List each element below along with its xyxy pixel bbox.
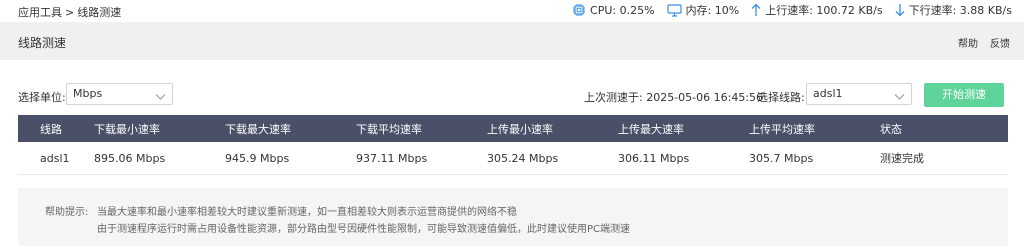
title-links: 帮助 反馈 bbox=[958, 35, 1010, 50]
last-test-time: 上次测速于: 2025-05-06 16:45:56 bbox=[584, 91, 764, 104]
download-text: 下行速率: 3.88 KB/s bbox=[908, 4, 1012, 17]
cell-download-avg: 937.11 Mbps bbox=[356, 151, 428, 165]
help-text-line1: 当最大速率和最小速率相差较大时建议重新测速，如一直相差较大则表示运营商提供的网络… bbox=[97, 207, 517, 218]
header-upload-avg: 上传平均速率 bbox=[749, 122, 815, 136]
header-upload-min: 上传最小速率 bbox=[487, 122, 553, 136]
breadcrumb-root[interactable]: 应用工具 bbox=[18, 6, 62, 19]
chevron-down-icon bbox=[155, 89, 166, 109]
speed-table: 线路 下载最小速率 下载最大速率 下载平均速率 上传最小速率 上传最大速率 上传… bbox=[18, 115, 1008, 175]
cell-upload-min: 305.24 Mbps bbox=[487, 151, 559, 165]
arrow-up-icon bbox=[751, 3, 761, 17]
table-row: adsl1 895.06 Mbps 945.9 Mbps 937.11 Mbps… bbox=[18, 142, 1008, 175]
unit-select-value: Mbps bbox=[73, 87, 103, 100]
cell-download-max: 945.9 Mbps bbox=[225, 151, 290, 165]
help-link[interactable]: 帮助 bbox=[958, 35, 978, 50]
cpu-icon bbox=[572, 3, 586, 17]
memory-text: 内存: 10% bbox=[685, 4, 740, 17]
start-test-button[interactable]: 开始测速 bbox=[924, 83, 1004, 107]
arrow-down-icon bbox=[895, 3, 905, 17]
cpu-status: CPU: 0.25% bbox=[572, 3, 655, 17]
memory-status: 内存: 10% bbox=[666, 2, 740, 18]
cpu-text: CPU: 0.25% bbox=[590, 3, 655, 17]
breadcrumb-separator: > bbox=[65, 6, 75, 19]
cell-line: adsl1 bbox=[40, 151, 70, 165]
cell-status: 测速完成 bbox=[880, 152, 924, 165]
download-status: 下行速率: 3.88 KB/s bbox=[895, 2, 1012, 18]
feedback-link[interactable]: 反馈 bbox=[990, 35, 1010, 50]
top-bar: 应用工具 > 线路测速 CPU: 0.25% 内存: 10% 上行速率: 100.7… bbox=[0, 0, 1024, 22]
monitor-icon bbox=[666, 3, 682, 17]
header-download-max: 下载最大速率 bbox=[225, 122, 291, 136]
help-box: 帮助提示: 当最大速率和最小速率相差较大时建议重新测速，如一直相差较大则表示运营… bbox=[18, 188, 1008, 246]
upload-status: 上行速率: 100.72 KB/s bbox=[751, 2, 883, 18]
table-header: 线路 下载最小速率 下载最大速率 下载平均速率 上传最小速率 上传最大速率 上传… bbox=[18, 115, 1008, 142]
page-title: 线路测速 bbox=[18, 36, 67, 50]
chevron-down-icon bbox=[894, 89, 905, 109]
cell-download-min: 895.06 Mbps bbox=[94, 151, 166, 165]
header-status: 状态 bbox=[880, 122, 902, 136]
unit-select[interactable]: Mbps bbox=[66, 83, 173, 105]
header-download-avg: 下载平均速率 bbox=[356, 122, 422, 136]
line-select[interactable]: adsl1 bbox=[806, 83, 912, 105]
header-upload-max: 上传最大速率 bbox=[618, 122, 684, 136]
help-text-line2: 由于测速程序运行时需占用设备性能资源，部分路由型号因硬件性能限制，可能导致测速值… bbox=[97, 224, 631, 235]
help-title: 帮助提示: bbox=[45, 207, 89, 218]
line-select-value: adsl1 bbox=[813, 87, 843, 100]
cell-upload-max: 306.11 Mbps bbox=[618, 151, 690, 165]
title-bar: 线路测速 帮助 反馈 bbox=[0, 22, 1024, 60]
upload-text: 上行速率: 100.72 KB/s bbox=[765, 4, 883, 17]
header-download-min: 下载最小速率 bbox=[94, 122, 160, 136]
cell-upload-avg: 305.7 Mbps bbox=[749, 151, 814, 165]
header-line: 线路 bbox=[40, 122, 62, 136]
system-status: CPU: 0.25% 内存: 10% 上行速率: 100.72 KB/s 下行速… bbox=[572, 2, 1012, 18]
controls-row: 选择单位: Mbps 上次测速于: 2025-05-06 16:45:56 选择… bbox=[0, 83, 1024, 107]
unit-label: 选择单位: bbox=[18, 91, 66, 104]
breadcrumb: 应用工具 > 线路测速 bbox=[18, 4, 121, 20]
breadcrumb-current: 线路测速 bbox=[77, 6, 122, 19]
line-label: 选择线路: bbox=[757, 91, 805, 104]
